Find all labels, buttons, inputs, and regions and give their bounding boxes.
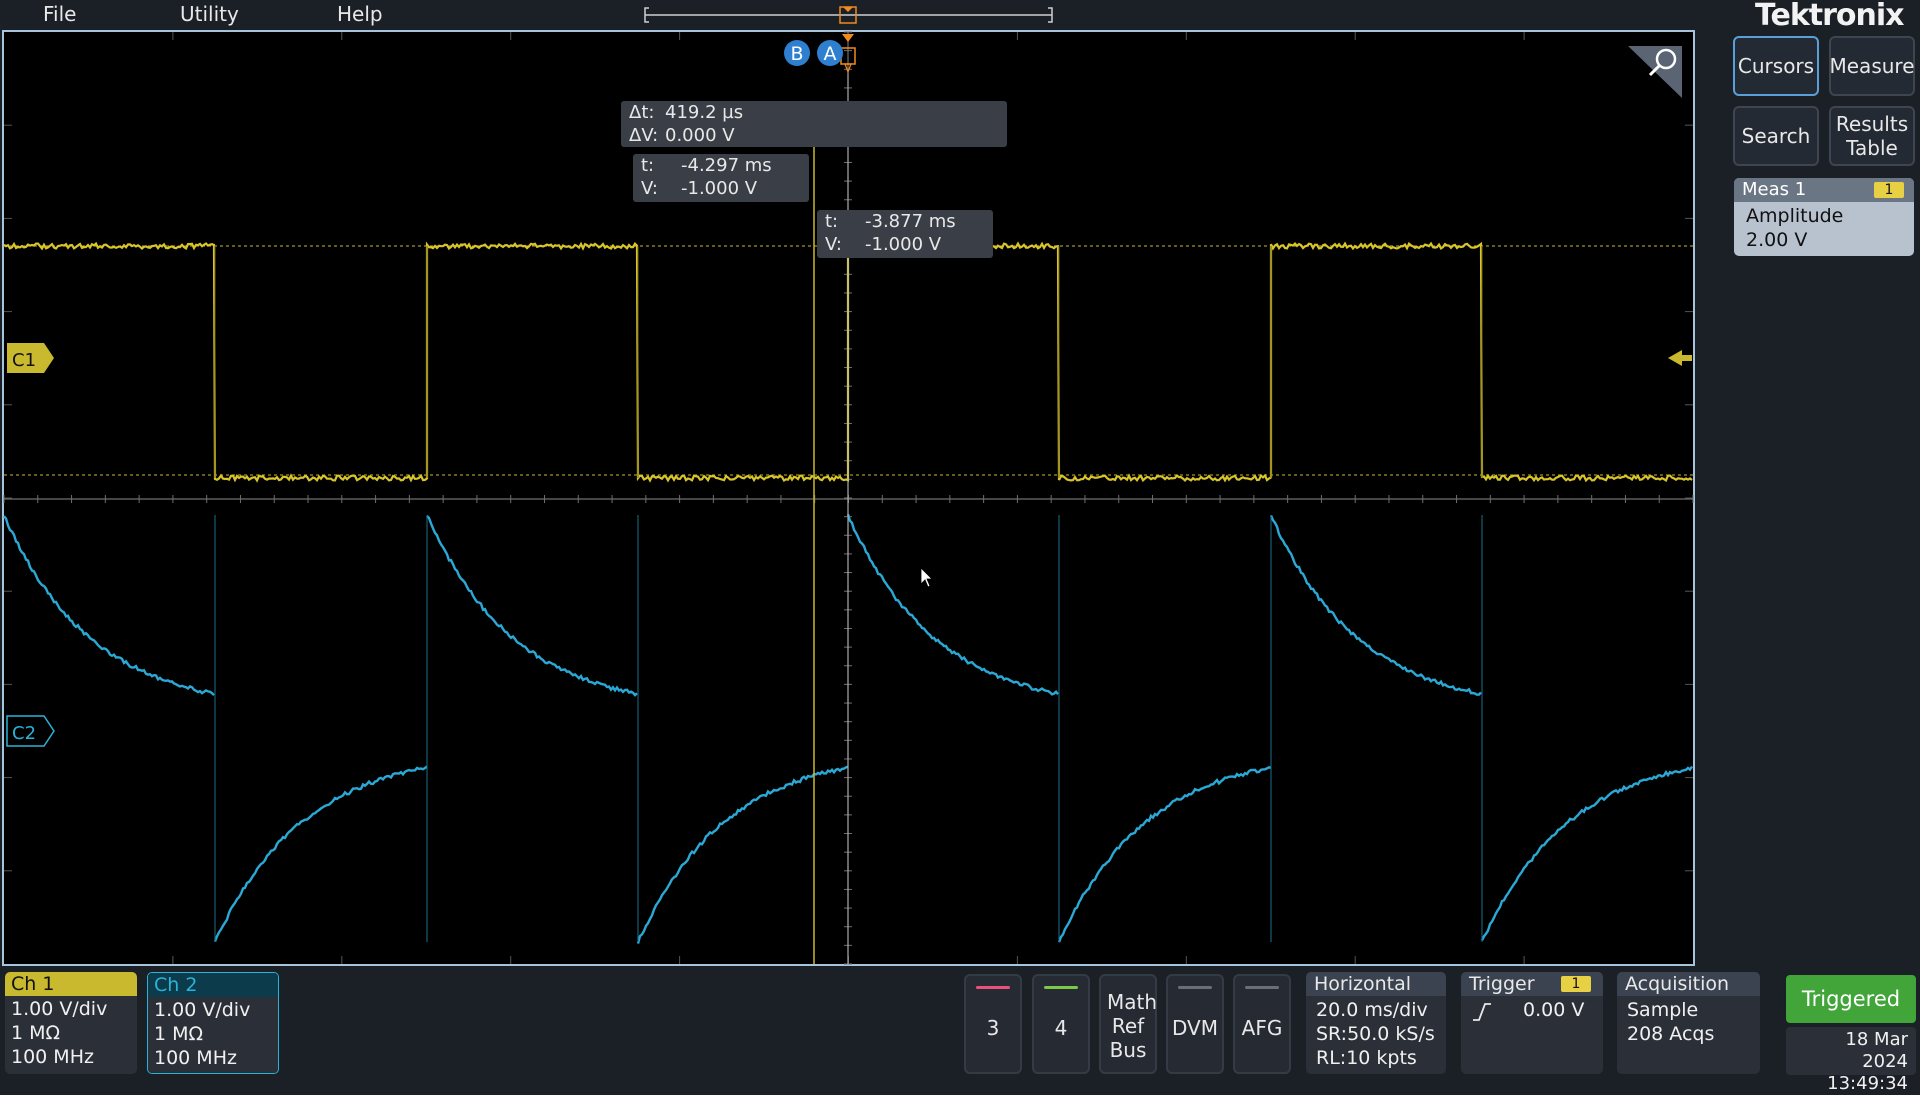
math-ref-bus-button[interactable]: Math Ref Bus [1099,974,1157,1074]
delta-v-label: ΔV: [629,125,659,146]
ch2-title: Ch 2 [148,973,278,997]
ch1-scale: 1.00 V/div [11,998,108,1020]
trigger-badge[interactable]: Trigger 1 0.00 V [1461,972,1603,1074]
cursors-button[interactable]: Cursors [1733,36,1819,96]
cursor-delta-readout[interactable]: Δt: 419.2 µs ΔV: 0.000 V [621,101,1007,147]
cursor-a-readout[interactable]: t: -3.877 ms V: -1.000 V [817,210,993,258]
acquisition-badge[interactable]: Acquisition Sample 208 Acqs [1617,972,1760,1074]
date-time: 18 Mar 2024 13:49:34 [1786,1027,1916,1094]
trigger-source-badge: 1 [1561,976,1591,992]
trigger-level-arrow [1668,350,1692,366]
cursor-a-time: -3.877 ms [865,211,956,232]
meas1-badge[interactable]: Meas 1 1 Amplitude 2.00 V [1734,178,1914,256]
ch2-impedance: 1 MΩ [154,1023,204,1045]
cursor-b-voltage: -1.000 V [681,178,758,199]
ch2-bandwidth: 100 MHz [154,1047,237,1069]
ch1-impedance: 1 MΩ [11,1022,61,1044]
trigger-title: Trigger [1469,973,1535,995]
ch2-scale: 1.00 V/div [154,999,251,1021]
horizontal-title: Horizontal [1306,972,1446,996]
ch4-button[interactable]: 4 [1032,974,1090,1074]
meas1-name: Amplitude [1746,205,1844,227]
ch1-badge[interactable]: Ch 1 1.00 V/div 1 MΩ 100 MHz [5,972,137,1074]
meas1-value: 2.00 V [1746,229,1808,251]
date: 18 Mar 2024 [1845,1029,1908,1072]
acquisition-count: 208 Acqs [1627,1023,1715,1045]
meas1-source-badge: 1 [1874,182,1904,198]
results-table-button[interactable]: Results Table [1829,106,1915,166]
cursor-a-handle-label: A [824,43,837,65]
ch2-badge[interactable]: Ch 2 1.00 V/div 1 MΩ 100 MHz [147,972,279,1074]
search-button[interactable]: Search [1733,106,1819,166]
ch1-title: Ch 1 [5,972,137,996]
cursor-a-voltage: -1.000 V [865,234,942,255]
c2-marker-label: C2 [12,723,36,744]
trigger-position-marker [842,34,854,42]
cursor-a-v-label: V: [825,234,842,255]
delta-t-label: Δt: [629,102,655,123]
dvm-button[interactable]: DVM [1166,974,1224,1074]
ch3-button[interactable]: 3 [964,974,1022,1074]
c1-marker-label: C1 [12,350,36,371]
zoom-icon [1628,46,1682,98]
trigger-status[interactable]: Triggered [1786,975,1916,1023]
cursor-b-v-label: V: [641,178,658,199]
meas1-title: Meas 1 [1742,179,1807,200]
record-length: RL:10 kpts [1316,1047,1417,1069]
measure-button[interactable]: Measure [1829,36,1915,96]
sample-rate: SR:50.0 kS/s [1316,1023,1435,1045]
rising-edge-icon [1473,1003,1491,1021]
delta-t-value: 419.2 µs [665,102,744,123]
cursor-b-t-label: t: [641,155,655,176]
acquisition-mode: Sample [1627,999,1699,1021]
cursor-b-readout[interactable]: t: -4.297 ms V: -1.000 V [633,154,809,202]
mouse-pointer [920,567,933,588]
cursor-b-time: -4.297 ms [681,155,772,176]
tektronix-logo: Tektronix [1755,0,1905,33]
horizontal-scale: 20.0 ms/div [1316,999,1428,1021]
afg-button[interactable]: AFG [1233,974,1291,1074]
time: 13:49:34 [1827,1073,1908,1094]
delta-v-value: 0.000 V [665,125,735,146]
ch1-bandwidth: 100 MHz [11,1046,94,1068]
cursor-b-handle-label: B [790,43,803,65]
horizontal-badge[interactable]: Horizontal 20.0 ms/div SR:50.0 kS/s RL:10 … [1306,972,1446,1074]
acquisition-title: Acquisition [1617,972,1760,996]
cursor-a-t-label: t: [825,211,839,232]
